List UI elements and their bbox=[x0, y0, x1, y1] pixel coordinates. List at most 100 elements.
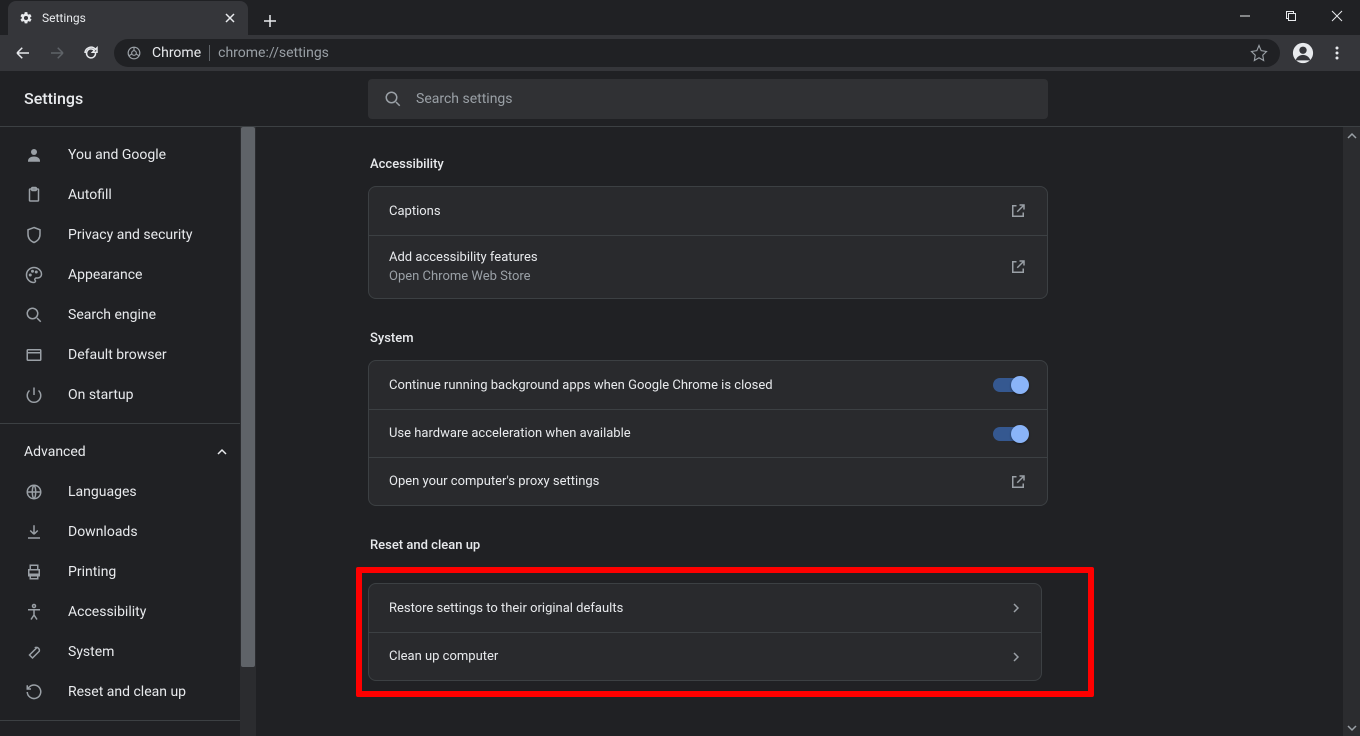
sidebar-divider bbox=[0, 423, 256, 424]
person-icon bbox=[24, 145, 44, 165]
sidebar-item-label: Reset and clean up bbox=[68, 684, 186, 700]
sidebar-scrollbar[interactable] bbox=[240, 127, 256, 736]
window-maximize-button[interactable] bbox=[1268, 0, 1314, 32]
sidebar-advanced-label: Advanced bbox=[24, 444, 86, 460]
new-tab-button[interactable] bbox=[256, 7, 284, 35]
sidebar-item-autofill[interactable]: Autofill bbox=[0, 175, 240, 215]
settings-content: Accessibility Captions Add accessibility… bbox=[256, 127, 1360, 736]
sidebar-item-on-startup[interactable]: On startup bbox=[0, 375, 240, 415]
row-label: Use hardware acceleration when available bbox=[389, 426, 631, 441]
sidebar-item-label: Accessibility bbox=[68, 604, 146, 620]
system-card: Continue running background apps when Go… bbox=[368, 360, 1048, 506]
settings-search-input[interactable] bbox=[416, 91, 1032, 107]
sidebar-advanced-toggle[interactable]: Advanced bbox=[0, 432, 256, 472]
sidebar-item-label: System bbox=[68, 644, 114, 660]
sidebar-item-label: Search engine bbox=[68, 307, 156, 323]
row-hardware-acceleration[interactable]: Use hardware acceleration when available bbox=[369, 409, 1047, 457]
window-controls bbox=[1222, 0, 1360, 32]
row-sublabel: Open Chrome Web Store bbox=[389, 269, 538, 284]
row-label: Open your computer's proxy settings bbox=[389, 474, 599, 489]
printer-icon bbox=[24, 562, 44, 582]
toggle-background-apps[interactable] bbox=[993, 378, 1027, 392]
chevron-up-icon bbox=[216, 446, 228, 458]
sidebar-item-system[interactable]: System bbox=[0, 632, 240, 672]
power-icon bbox=[24, 385, 44, 405]
toggle-hardware-acceleration[interactable] bbox=[993, 427, 1027, 441]
row-restore-defaults[interactable]: Restore settings to their original defau… bbox=[369, 584, 1041, 632]
url-origin: Chrome bbox=[152, 45, 201, 61]
section-title-system: System bbox=[370, 331, 1048, 346]
sidebar-item-accessibility[interactable]: Accessibility bbox=[0, 592, 240, 632]
close-tab-button[interactable] bbox=[222, 10, 238, 26]
settings-header: Settings bbox=[0, 71, 1360, 127]
content-scrollbar[interactable] bbox=[1343, 127, 1360, 736]
restore-icon bbox=[24, 682, 44, 702]
row-proxy-settings[interactable]: Open your computer's proxy settings bbox=[369, 457, 1047, 505]
sidebar-item-downloads[interactable]: Downloads bbox=[0, 512, 240, 552]
browser-icon bbox=[24, 345, 44, 365]
browser-toolbar: Chrome chrome://settings bbox=[0, 35, 1360, 71]
sidebar-item-default-browser[interactable]: Default browser bbox=[0, 335, 240, 375]
scroll-up-icon[interactable] bbox=[1343, 127, 1360, 144]
sidebar-item-label: Printing bbox=[68, 564, 116, 580]
window-close-button[interactable] bbox=[1314, 0, 1360, 32]
sidebar-item-label: Appearance bbox=[68, 267, 142, 283]
settings-page-title: Settings bbox=[0, 89, 256, 108]
accessibility-card: Captions Add accessibility features Open… bbox=[368, 186, 1048, 299]
chrome-menu-button[interactable] bbox=[1320, 38, 1354, 68]
search-icon bbox=[24, 305, 44, 325]
sidebar-item-appearance[interactable]: Appearance bbox=[0, 255, 240, 295]
window-minimize-button[interactable] bbox=[1222, 0, 1268, 32]
row-background-apps[interactable]: Continue running background apps when Go… bbox=[369, 361, 1047, 409]
browser-tab[interactable]: Settings bbox=[8, 1, 248, 35]
sidebar-item-printing[interactable]: Printing bbox=[0, 552, 240, 592]
row-label: Captions bbox=[389, 204, 441, 219]
profile-button[interactable] bbox=[1286, 38, 1320, 68]
forward-button[interactable] bbox=[40, 38, 74, 68]
sidebar-item-privacy[interactable]: Privacy and security bbox=[0, 215, 240, 255]
settings-search-box[interactable] bbox=[368, 79, 1048, 119]
sidebar-divider bbox=[0, 720, 256, 721]
sidebar-item-label: Downloads bbox=[68, 524, 138, 540]
settings-sidebar: You and Google Autofill Privacy and secu… bbox=[0, 127, 256, 736]
row-add-accessibility[interactable]: Add accessibility features Open Chrome W… bbox=[369, 235, 1047, 298]
chevron-right-icon bbox=[1011, 603, 1021, 613]
url-divider bbox=[209, 45, 210, 61]
section-title-reset: Reset and clean up bbox=[370, 538, 1048, 553]
sidebar-item-label: You and Google bbox=[68, 147, 166, 163]
sidebar-item-label: Autofill bbox=[68, 187, 112, 203]
scrollbar-thumb[interactable] bbox=[241, 127, 255, 667]
open-external-icon bbox=[1009, 258, 1027, 276]
sidebar-item-search-engine[interactable]: Search engine bbox=[0, 295, 240, 335]
sidebar-item-label: Privacy and security bbox=[68, 227, 192, 243]
palette-icon bbox=[24, 265, 44, 285]
open-external-icon bbox=[1009, 202, 1027, 220]
tab-title: Settings bbox=[42, 11, 222, 25]
section-title-accessibility: Accessibility bbox=[370, 157, 1048, 172]
bookmark-star-icon[interactable] bbox=[1250, 44, 1268, 62]
url-path: chrome://settings bbox=[218, 45, 1250, 61]
open-external-icon bbox=[1009, 473, 1027, 491]
sidebar-item-languages[interactable]: Languages bbox=[0, 472, 240, 512]
browser-titlebar: Settings bbox=[0, 0, 1360, 35]
clipboard-icon bbox=[24, 185, 44, 205]
chrome-icon bbox=[126, 45, 142, 61]
row-clean-up-computer[interactable]: Clean up computer bbox=[369, 632, 1041, 680]
shield-icon bbox=[24, 225, 44, 245]
row-label: Add accessibility features bbox=[389, 250, 538, 265]
reset-card: Restore settings to their original defau… bbox=[368, 583, 1042, 681]
chevron-right-icon bbox=[1011, 652, 1021, 662]
sidebar-item-you-and-google[interactable]: You and Google bbox=[0, 135, 240, 175]
annotation-highlight: Restore settings to their original defau… bbox=[356, 567, 1094, 697]
scroll-down-icon[interactable] bbox=[1343, 719, 1360, 736]
reload-button[interactable] bbox=[74, 38, 108, 68]
row-label: Restore settings to their original defau… bbox=[389, 601, 623, 616]
row-label: Clean up computer bbox=[389, 649, 498, 664]
globe-icon bbox=[24, 482, 44, 502]
address-bar[interactable]: Chrome chrome://settings bbox=[114, 39, 1280, 67]
row-label: Continue running background apps when Go… bbox=[389, 378, 773, 393]
accessibility-icon bbox=[24, 602, 44, 622]
row-captions[interactable]: Captions bbox=[369, 187, 1047, 235]
sidebar-item-reset[interactable]: Reset and clean up bbox=[0, 672, 240, 712]
back-button[interactable] bbox=[6, 38, 40, 68]
